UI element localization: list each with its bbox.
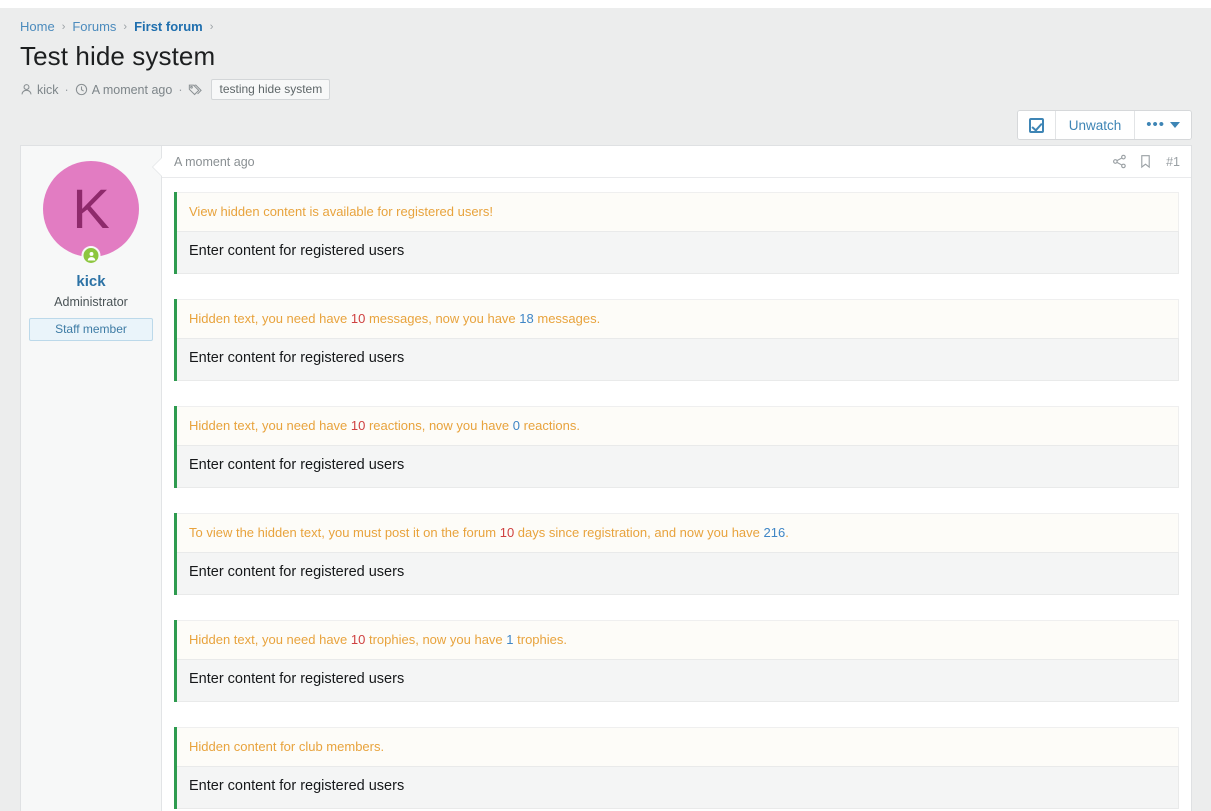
notice-text: Hidden text, you need have	[189, 632, 351, 647]
required-value: 10	[351, 418, 365, 433]
notice-text: View hidden content is available for reg…	[189, 204, 493, 219]
thread-author-name: kick	[37, 81, 59, 99]
notice-text: .	[785, 525, 789, 540]
hidden-content-block: Hidden text, you need have 10 messages, …	[174, 299, 1179, 381]
hidden-content-notice: Hidden content for club members.	[177, 727, 1179, 766]
hidden-content-block: Hidden content for club members. Enter co…	[174, 727, 1179, 809]
thread-time-text: A moment ago	[92, 81, 173, 99]
notice-text: reactions, now you have	[365, 418, 512, 433]
notice-text: messages, now you have	[365, 311, 519, 326]
tag-badge[interactable]: testing hide system	[211, 79, 330, 100]
top-strip	[0, 0, 1211, 8]
meta-dot: ·	[65, 81, 69, 99]
post-time[interactable]: A moment ago	[174, 155, 255, 169]
tag-icon	[188, 83, 203, 97]
notice-text: reactions.	[520, 418, 580, 433]
notice-text: days since registration, and now you hav…	[514, 525, 763, 540]
breadcrumb: Home › Forums › First forum ›	[0, 8, 1211, 35]
current-value: 0	[513, 418, 520, 433]
title-block: Test hide system kick · A moment ago	[0, 35, 1211, 100]
notice-text: Hidden text, you need have	[189, 418, 351, 433]
post-user-banner: Staff member	[29, 318, 153, 341]
breadcrumb-item-forums[interactable]: Forums	[72, 19, 116, 35]
notice-text: Hidden text, you need have	[189, 311, 351, 326]
hidden-content-text: Enter content for registered users	[177, 766, 1179, 809]
hidden-content-block: View hidden content is available for reg…	[174, 192, 1179, 274]
notice-text: Hidden content for club members.	[189, 739, 384, 754]
notice-text: trophies.	[514, 632, 567, 647]
breadcrumb-item-home[interactable]: Home	[20, 19, 55, 35]
hidden-content-notice: Hidden text, you need have 10 messages, …	[177, 299, 1179, 338]
breadcrumb-separator-icon: ›	[210, 19, 214, 35]
checkbox-checked-icon	[1029, 118, 1044, 133]
hidden-content-text: Enter content for registered users	[177, 445, 1179, 488]
avatar-wrap: K	[43, 161, 139, 257]
clock-icon	[75, 83, 88, 96]
notice-text: messages.	[534, 311, 600, 326]
thread-author[interactable]: kick	[20, 81, 59, 99]
thread-action-bar: Unwatch •••	[1017, 110, 1192, 140]
post-message: K kick Administrator Staff member A mome…	[20, 145, 1192, 811]
thread-tags: testing hide system	[188, 79, 330, 100]
post-username[interactable]: kick	[21, 273, 161, 291]
forum-thread-page: Home › Forums › First forum › Test hide …	[0, 0, 1211, 811]
online-status-icon	[82, 246, 101, 265]
thread-meta: kick · A moment ago · tes	[20, 79, 1211, 100]
post-body: View hidden content is available for reg…	[162, 178, 1191, 809]
breadcrumb-separator-icon: ›	[123, 19, 127, 35]
post-header: A moment ago #1	[162, 146, 1191, 178]
meta-dot: ·	[178, 81, 182, 99]
share-icon[interactable]	[1112, 154, 1127, 169]
notice-text: trophies, now you have	[365, 632, 506, 647]
post-user-panel: K kick Administrator Staff member	[21, 146, 162, 811]
hidden-content-notice: To view the hidden text, you must post i…	[177, 513, 1179, 552]
hidden-content-text: Enter content for registered users	[177, 338, 1179, 381]
more-options-button[interactable]: •••	[1135, 111, 1191, 139]
required-value: 10	[351, 311, 365, 326]
hidden-content-block: To view the hidden text, you must post i…	[174, 513, 1179, 595]
breadcrumb-separator-icon: ›	[62, 19, 66, 35]
watch-checkbox-button[interactable]	[1018, 111, 1056, 139]
unwatch-button[interactable]: Unwatch	[1056, 111, 1136, 139]
ellipsis-icon: •••	[1146, 120, 1165, 130]
chevron-down-icon	[1170, 122, 1180, 128]
hidden-content-notice: Hidden text, you need have 10 trophies, …	[177, 620, 1179, 659]
required-value: 10	[351, 632, 365, 647]
user-icon	[20, 83, 33, 96]
hidden-content-text: Enter content for registered users	[177, 659, 1179, 702]
current-value: 1	[506, 632, 513, 647]
hidden-content-text: Enter content for registered users	[177, 552, 1179, 595]
hidden-content-text: Enter content for registered users	[177, 231, 1179, 274]
avatar[interactable]: K	[43, 161, 139, 257]
bookmark-icon[interactable]	[1139, 154, 1152, 169]
thread-time: A moment ago	[75, 81, 173, 99]
hidden-content-block: Hidden text, you need have 10 reactions,…	[174, 406, 1179, 488]
post-main: A moment ago #1 View hidden content is a…	[162, 146, 1191, 811]
hidden-content-notice: View hidden content is available for reg…	[177, 192, 1179, 231]
required-value: 10	[500, 525, 514, 540]
hidden-content-block: Hidden text, you need have 10 trophies, …	[174, 620, 1179, 702]
hidden-content-notice: Hidden text, you need have 10 reactions,…	[177, 406, 1179, 445]
bubble-arrow	[153, 158, 162, 176]
page-title: Test hide system	[20, 40, 1211, 72]
breadcrumb-item-first-forum[interactable]: First forum	[134, 19, 203, 35]
post-number[interactable]: #1	[1166, 155, 1180, 169]
current-value: 18	[519, 311, 533, 326]
current-value: 216	[764, 525, 786, 540]
post-user-title: Administrator	[21, 294, 161, 310]
notice-text: To view the hidden text, you must post i…	[189, 525, 500, 540]
